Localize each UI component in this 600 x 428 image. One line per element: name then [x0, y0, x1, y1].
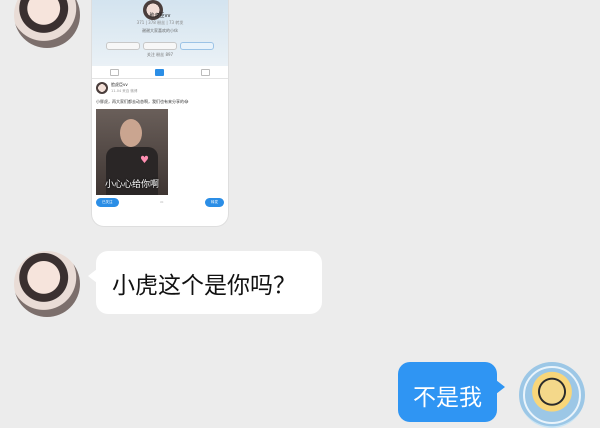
- post-avatar: [96, 82, 108, 94]
- tag-chip: [106, 42, 140, 50]
- profile-name: 脸虎臣vv: [149, 13, 171, 19]
- tag-chip: [180, 42, 214, 50]
- profile-tag-chips: [106, 42, 214, 50]
- post-action-bar: 已关注 ▭ 转发: [96, 198, 224, 208]
- post-text: 小胖虎，再大家们都去动态啊，我们也有来分享的😂: [96, 99, 189, 104]
- tab-icon: [200, 68, 210, 76]
- shared-screenshot-image[interactable]: 脸虎臣vv 371 | 378 粉丝 | 73 转发 谢谢大家喜欢的小伙 关注 …: [92, 0, 228, 226]
- photo-person-head: [120, 119, 142, 147]
- repost-button: 转发: [205, 198, 224, 207]
- bubble-tail: [88, 269, 97, 283]
- comment-icon: ▭: [160, 200, 164, 204]
- photo-caption: 小心心给你啊: [104, 180, 159, 190]
- post-username: 脸虎臣vv: [111, 82, 128, 87]
- heart-icon: ♥: [140, 155, 149, 166]
- bubble-tail: [496, 380, 505, 394]
- avatar-ring: [523, 366, 581, 424]
- tab-icon: [110, 68, 120, 76]
- message-text: 小虎这个是你吗？: [112, 272, 296, 299]
- message-text: 不是我: [413, 385, 482, 411]
- my-avatar[interactable]: [519, 362, 585, 428]
- contact-avatar[interactable]: [14, 251, 80, 317]
- post-photo: ♥ 小心心给你啊: [96, 109, 168, 195]
- profile-stats: 371 | 378 粉丝 | 73 转发: [136, 20, 184, 25]
- incoming-message-bubble[interactable]: 小虎这个是你吗？: [88, 251, 322, 314]
- profile-bio: 谢谢大家喜欢的小伙: [142, 28, 178, 33]
- post-timestamp: 11-04 来自 微博: [111, 89, 138, 93]
- profile-meta: 关注 粉丝 897: [146, 52, 174, 57]
- contact-avatar[interactable]: [14, 0, 80, 48]
- outgoing-message-bubble[interactable]: 不是我: [398, 362, 505, 422]
- tab-icon-active: [155, 68, 165, 76]
- profile-tabs: [92, 66, 228, 79]
- follow-status-button: 已关注: [96, 198, 119, 207]
- tag-chip: [143, 42, 177, 50]
